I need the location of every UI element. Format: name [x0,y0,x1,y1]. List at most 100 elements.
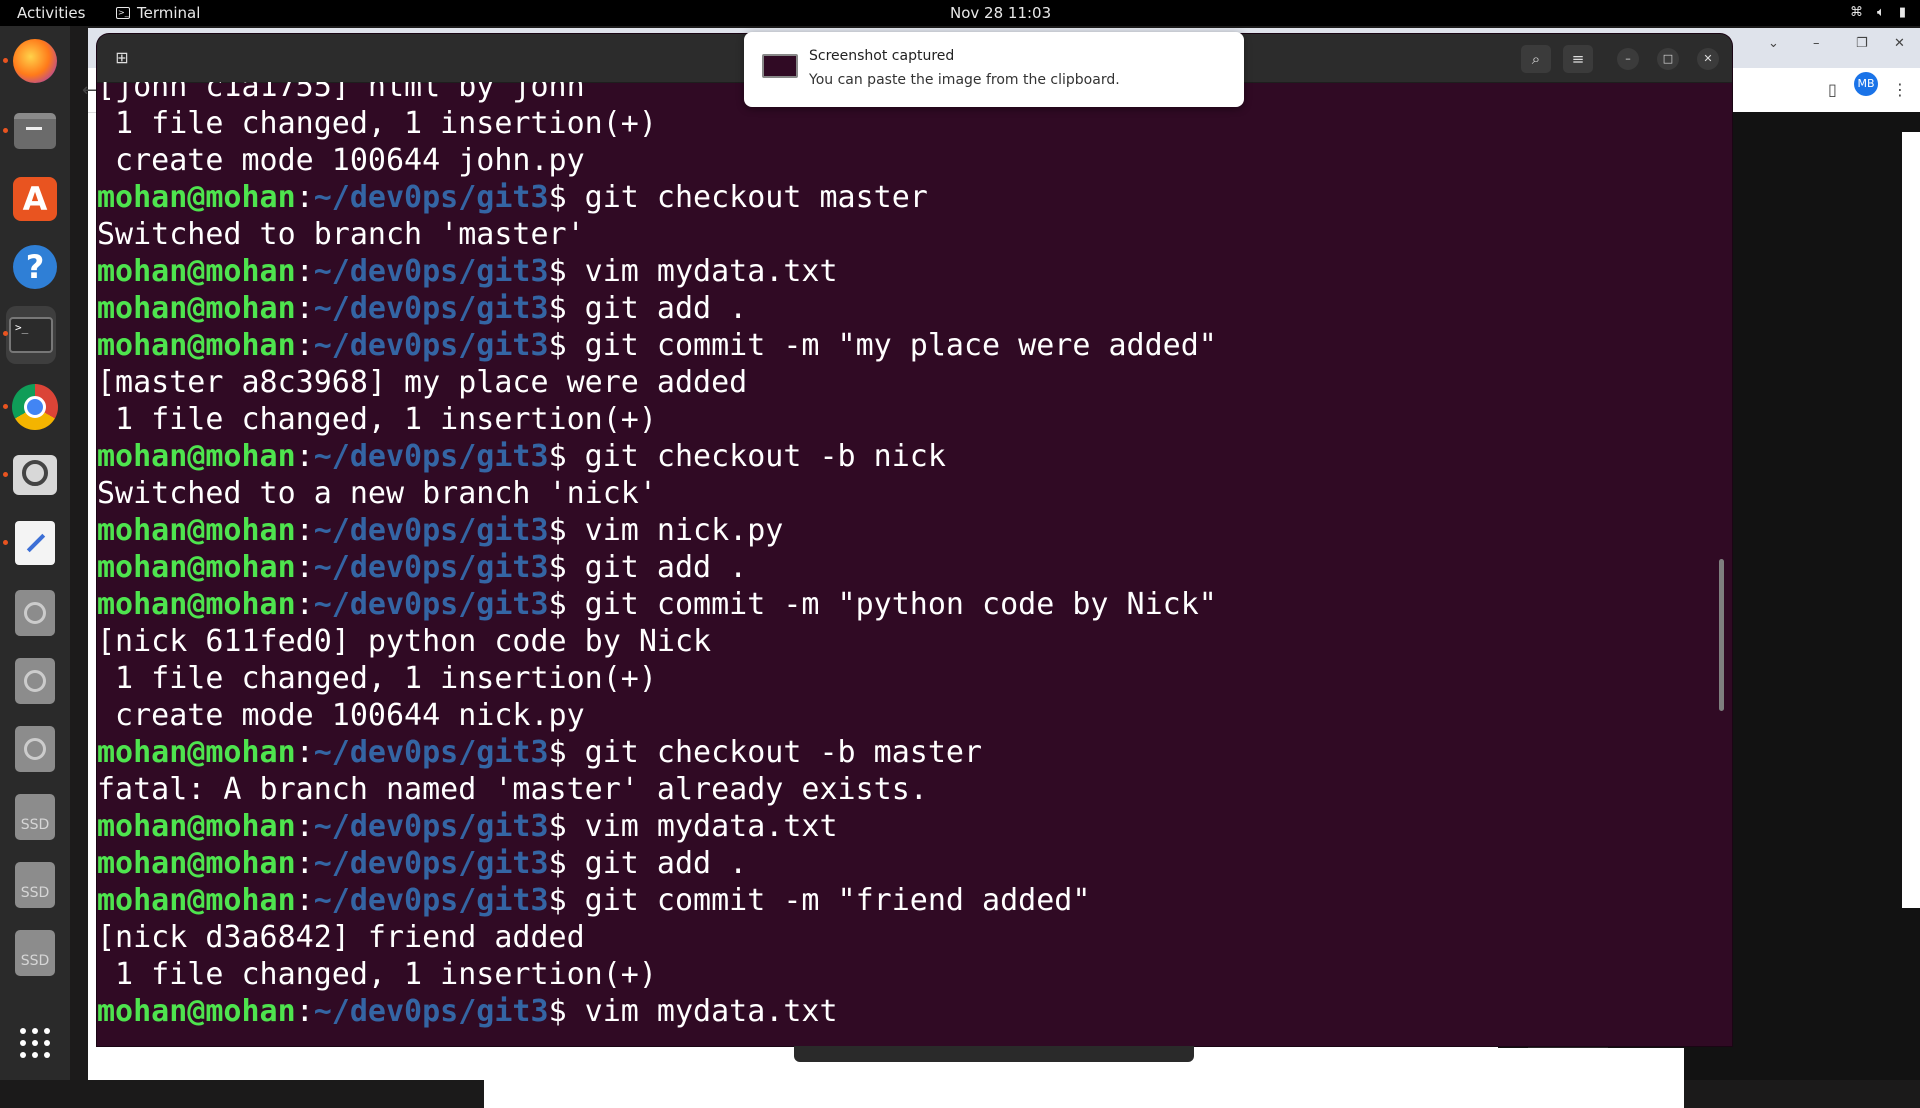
dock-ssd-1[interactable]: SSD [10,792,60,842]
prompt-path: ~/dev0ps/git3 [313,735,549,770]
prompt-colon: : [295,513,314,548]
terminal-window[interactable]: ⊞ ⌕ ≡ – □ ✕ [john c1a1755] html by john … [97,34,1732,1046]
prompt-colon: : [295,254,314,289]
prompt-user: mohan@mohan [97,550,296,585]
prompt-user: mohan@mohan [97,180,296,215]
app-menu[interactable]: >_ Terminal [116,4,200,22]
prompt-colon: : [295,883,314,918]
browser-scrollbar[interactable] [1902,132,1920,908]
terminal-scrollbar[interactable] [1719,559,1724,711]
dock-ssd-3[interactable]: SSD [10,928,60,978]
text-editor-icon [15,521,55,565]
prompt-user: mohan@mohan [97,846,296,881]
back-icon[interactable]: ← [82,80,97,101]
disc-icon [15,658,55,704]
prompt-user: mohan@mohan [97,439,296,474]
help-icon: ? [13,245,57,289]
dock-app-center[interactable]: A [10,174,60,224]
prompt-user: mohan@mohan [97,328,296,363]
terminal-command-line: mohan@mohan:~/dev0ps/git3$ vim nick.py [97,512,1217,549]
prompt-user: mohan@mohan [97,994,296,1029]
dock-help[interactable]: ? [10,242,60,292]
maximize-button[interactable]: □ [1657,48,1679,70]
terminal-command-line: mohan@mohan:~/dev0ps/git3$ vim mydata.tx… [97,808,1217,845]
dock-disc-1[interactable] [10,588,60,638]
terminal-output-line: create mode 100644 nick.py [97,698,585,733]
prompt-path: ~/dev0ps/git3 [313,291,549,326]
dock-firefox[interactable] [10,36,60,86]
minimize-button[interactable]: – [1617,48,1639,70]
disc-icon [15,726,55,772]
system-tray[interactable]: ⌘ 🔈︎ ▮ [1850,5,1906,20]
top-bar: Activities >_ Terminal Nov 28 11:03 ⌘ 🔈︎… [0,0,1920,26]
dock-terminal[interactable]: >_ [6,306,56,364]
terminal-command-line: mohan@mohan:~/dev0ps/git3$ git checkout … [97,438,1217,475]
prompt-colon: : [295,846,314,881]
search-button[interactable]: ⌕ [1521,45,1551,73]
prompt-path: ~/dev0ps/git3 [313,550,549,585]
chrome-icon [12,384,58,430]
show-apps-button[interactable] [10,1018,60,1068]
prompt-user: mohan@mohan [97,883,296,918]
close-icon: ✕ [1703,52,1713,65]
command-text: $ vim mydata.txt [548,254,838,289]
minimize-icon[interactable]: – [1813,36,1820,51]
dock-files[interactable] [10,106,60,156]
screenshot-thumbnail-icon [762,54,798,78]
clock[interactable]: Nov 28 11:03 [950,4,1051,22]
terminal-output-line: 1 file changed, 1 insertion(+) [97,957,657,992]
ssd-drive-icon: SSD [15,794,55,840]
running-indicator [3,58,8,63]
prompt-user: mohan@mohan [97,254,296,289]
notification-banner[interactable]: Screenshot captured You can paste the im… [744,32,1244,107]
dock-chrome[interactable] [10,382,60,432]
prompt-colon: : [295,550,314,585]
terminal-output-line: [nick d3a6842] friend added [97,920,585,955]
terminal-command-line: mohan@mohan:~/dev0ps/git3$ vim mydata.tx… [97,253,1217,290]
dock-disc-2[interactable] [10,656,60,706]
prompt-path: ~/dev0ps/git3 [313,809,549,844]
prompt-colon: : [295,735,314,770]
restore-icon[interactable]: ❐ [1856,36,1868,51]
app-menu-label: Terminal [137,4,201,22]
dock-text-editor[interactable] [10,518,60,568]
minimize-icon: – [1625,52,1631,65]
terminal-command-line: mohan@mohan:~/dev0ps/git3$ git checkout … [97,734,1217,771]
command-text: $ vim mydata.txt [548,809,838,844]
disc-icon [15,590,55,636]
new-tab-icon[interactable]: ⊞ [109,45,135,71]
menu-button[interactable]: ≡ [1563,45,1593,73]
files-icon [14,113,56,149]
dock: A ? >_ SSD SSD SSD [0,26,70,1080]
profile-avatar[interactable]: MB [1854,72,1878,96]
more-menu-icon[interactable]: ⋮ [1892,80,1908,99]
notification-title: Screenshot captured [809,48,955,64]
battery-icon: ▮ [1898,5,1906,20]
hamburger-icon: ≡ [1571,50,1585,68]
prompt-path: ~/dev0ps/git3 [313,883,549,918]
terminal-output-line: 1 file changed, 1 insertion(+) [97,106,657,141]
network-icon: ⌘ [1850,5,1864,20]
side-panel-icon[interactable]: ▯ [1828,80,1837,99]
activities-button[interactable]: Activities [17,4,85,22]
terminal-output[interactable]: [john c1a1755] html by john 1 file chang… [97,82,1707,1046]
tab-list-icon[interactable]: ⌄ [1768,36,1779,51]
prompt-path: ~/dev0ps/git3 [313,439,549,474]
terminal-command-line: mohan@mohan:~/dev0ps/git3$ git add . [97,290,1217,327]
command-text: $ git commit -m "python code by Nick" [548,587,1217,622]
terminal-command-line: mohan@mohan:~/dev0ps/git3$ git add . [97,845,1217,882]
command-text: $ git add . [548,291,748,326]
command-text: $ git add . [548,550,748,585]
running-indicator [3,472,8,477]
dock-disc-3[interactable] [10,724,60,774]
terminal-icon: >_ [116,7,130,19]
dock-ssd-2[interactable]: SSD [10,860,60,910]
notification-body: You can paste the image from the clipboa… [809,72,1120,88]
close-icon[interactable]: ✕ [1894,36,1905,51]
prompt-path: ~/dev0ps/git3 [313,180,549,215]
close-button[interactable]: ✕ [1697,48,1719,70]
prompt-colon: : [295,809,314,844]
terminal-icon: >_ [9,317,53,353]
prompt-user: mohan@mohan [97,735,296,770]
dock-screenshot[interactable] [10,450,60,500]
